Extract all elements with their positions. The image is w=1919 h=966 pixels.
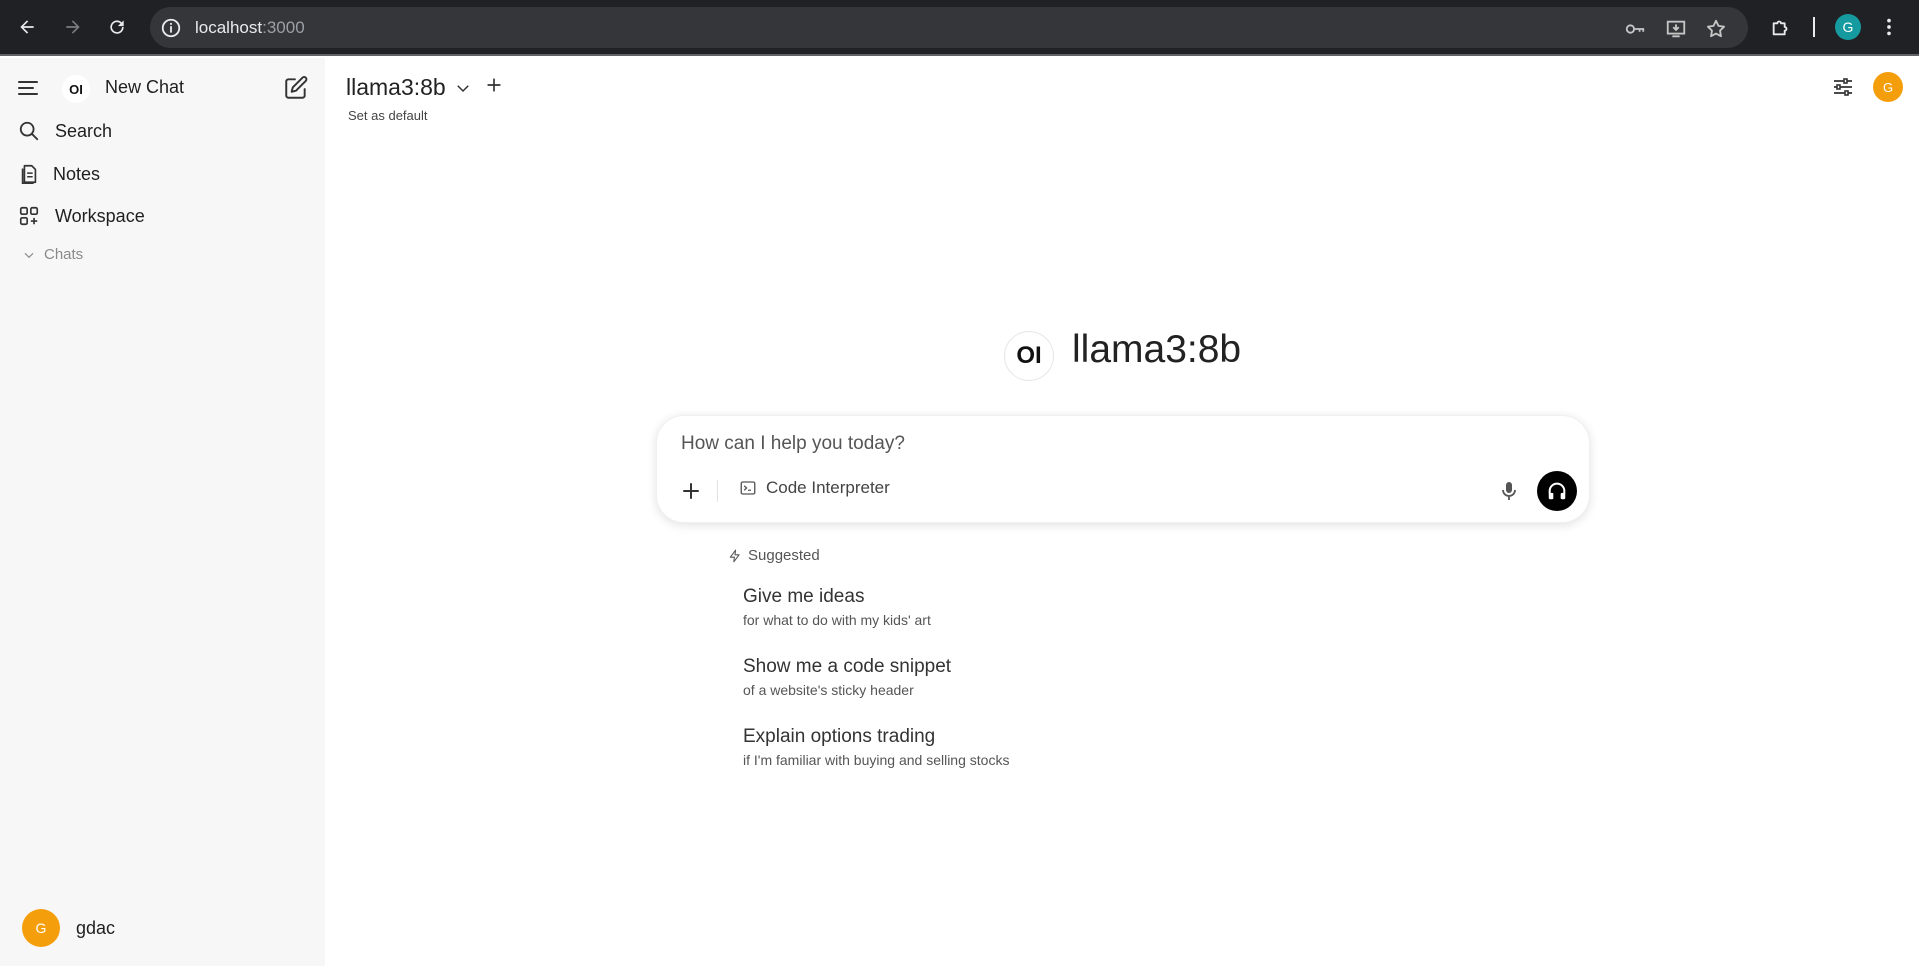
new-chat-edit-icon[interactable] (283, 75, 309, 101)
header-avatar[interactable]: G (1873, 72, 1903, 102)
controls-sliders-icon[interactable] (1831, 75, 1855, 99)
kebab-menu-icon (1887, 18, 1891, 36)
workspace-icon (19, 206, 39, 226)
chats-section-toggle[interactable]: Chats (22, 246, 83, 263)
suggested-label: Suggested (748, 547, 820, 564)
new-chat-link[interactable]: New Chat (105, 77, 184, 98)
add-model-icon[interactable] (484, 75, 504, 95)
suggestion-subtitle: of a website's sticky header (743, 682, 914, 698)
model-heading: llama3:8b (1072, 328, 1242, 371)
browser-menu-button[interactable] (1874, 12, 1904, 42)
extensions-button[interactable] (1766, 12, 1796, 42)
puzzle-icon (1772, 20, 1788, 36)
profile-button[interactable]: G (1833, 12, 1863, 42)
url-text: localhost:3000 (195, 18, 305, 37)
suggestion-item[interactable]: Show me a code snippet of a website's st… (743, 656, 951, 698)
key-icon[interactable] (1624, 18, 1646, 40)
code-interpreter-toggle[interactable]: Code Interpreter (739, 478, 890, 498)
notes-icon (21, 164, 37, 184)
model-name: llama3:8b (346, 74, 446, 100)
chevron-down-icon (456, 84, 469, 92)
sidebar-toggle-icon[interactable] (16, 76, 40, 100)
suggestion-title: Explain options trading (743, 726, 936, 747)
microphone-icon[interactable] (1497, 478, 1521, 504)
suggestion-subtitle: if I'm familiar with buying and selling … (743, 752, 1010, 768)
sidebar-item-label: Search (55, 120, 113, 141)
bookmark-star-icon[interactable] (1705, 18, 1727, 40)
sidebar: OI New Chat Search Notes Workspace Chats… (0, 58, 325, 966)
attach-plus-icon[interactable] (679, 479, 703, 503)
forward-button[interactable] (58, 12, 88, 42)
suggestion-title: Show me a code snippet (743, 656, 952, 677)
address-bar[interactable]: localhost:3000 (150, 7, 1748, 48)
terminal-icon (740, 481, 756, 495)
forward-arrow-icon (66, 20, 80, 34)
reload-button[interactable] (102, 12, 132, 42)
toolbar-separator (1813, 17, 1815, 37)
code-interpreter-label: Code Interpreter (766, 478, 890, 497)
lightning-icon (729, 549, 740, 562)
sidebar-item-notes[interactable]: Notes (18, 163, 100, 185)
sidebar-item-search[interactable]: Search (18, 120, 112, 142)
avatar: G (22, 909, 60, 947)
sidebar-item-label: Workspace (55, 205, 145, 226)
suggestion-item[interactable]: Give me ideas for what to do with my kid… (743, 586, 931, 628)
headphones-icon (1548, 482, 1566, 500)
app-logo: OI (62, 75, 90, 103)
suggestion-subtitle: for what to do with my kids' art (743, 612, 931, 628)
sidebar-item-label: Notes (53, 163, 101, 184)
model-logo: OI (1004, 331, 1054, 381)
sidebar-item-workspace[interactable]: Workspace (18, 205, 145, 227)
chats-label: Chats (44, 246, 84, 263)
profile-avatar: G (1835, 14, 1861, 40)
model-selector[interactable]: llama3:8b (346, 74, 472, 101)
message-input[interactable]: How can I help you today? (681, 433, 905, 455)
back-arrow-icon (20, 20, 34, 34)
set-default-link[interactable]: Set as default (348, 108, 428, 123)
site-info-icon[interactable] (160, 17, 182, 39)
reload-icon (110, 20, 124, 34)
suggested-heading: Suggested (728, 547, 820, 564)
composer-divider (717, 480, 718, 502)
back-button[interactable] (12, 12, 42, 42)
user-name: gdac (76, 917, 116, 938)
voice-mode-button[interactable] (1537, 471, 1577, 511)
suggestion-item[interactable]: Explain options trading if I'm familiar … (743, 726, 1009, 768)
search-icon (19, 121, 39, 141)
browser-toolbar: localhost:3000 G (0, 0, 1919, 56)
user-menu[interactable]: G gdac (22, 909, 115, 947)
suggestion-title: Give me ideas (743, 586, 865, 607)
install-app-icon[interactable] (1665, 18, 1687, 40)
chat-composer: How can I help you today? Code Interpret… (656, 415, 1590, 523)
chevron-down-icon (24, 252, 34, 258)
